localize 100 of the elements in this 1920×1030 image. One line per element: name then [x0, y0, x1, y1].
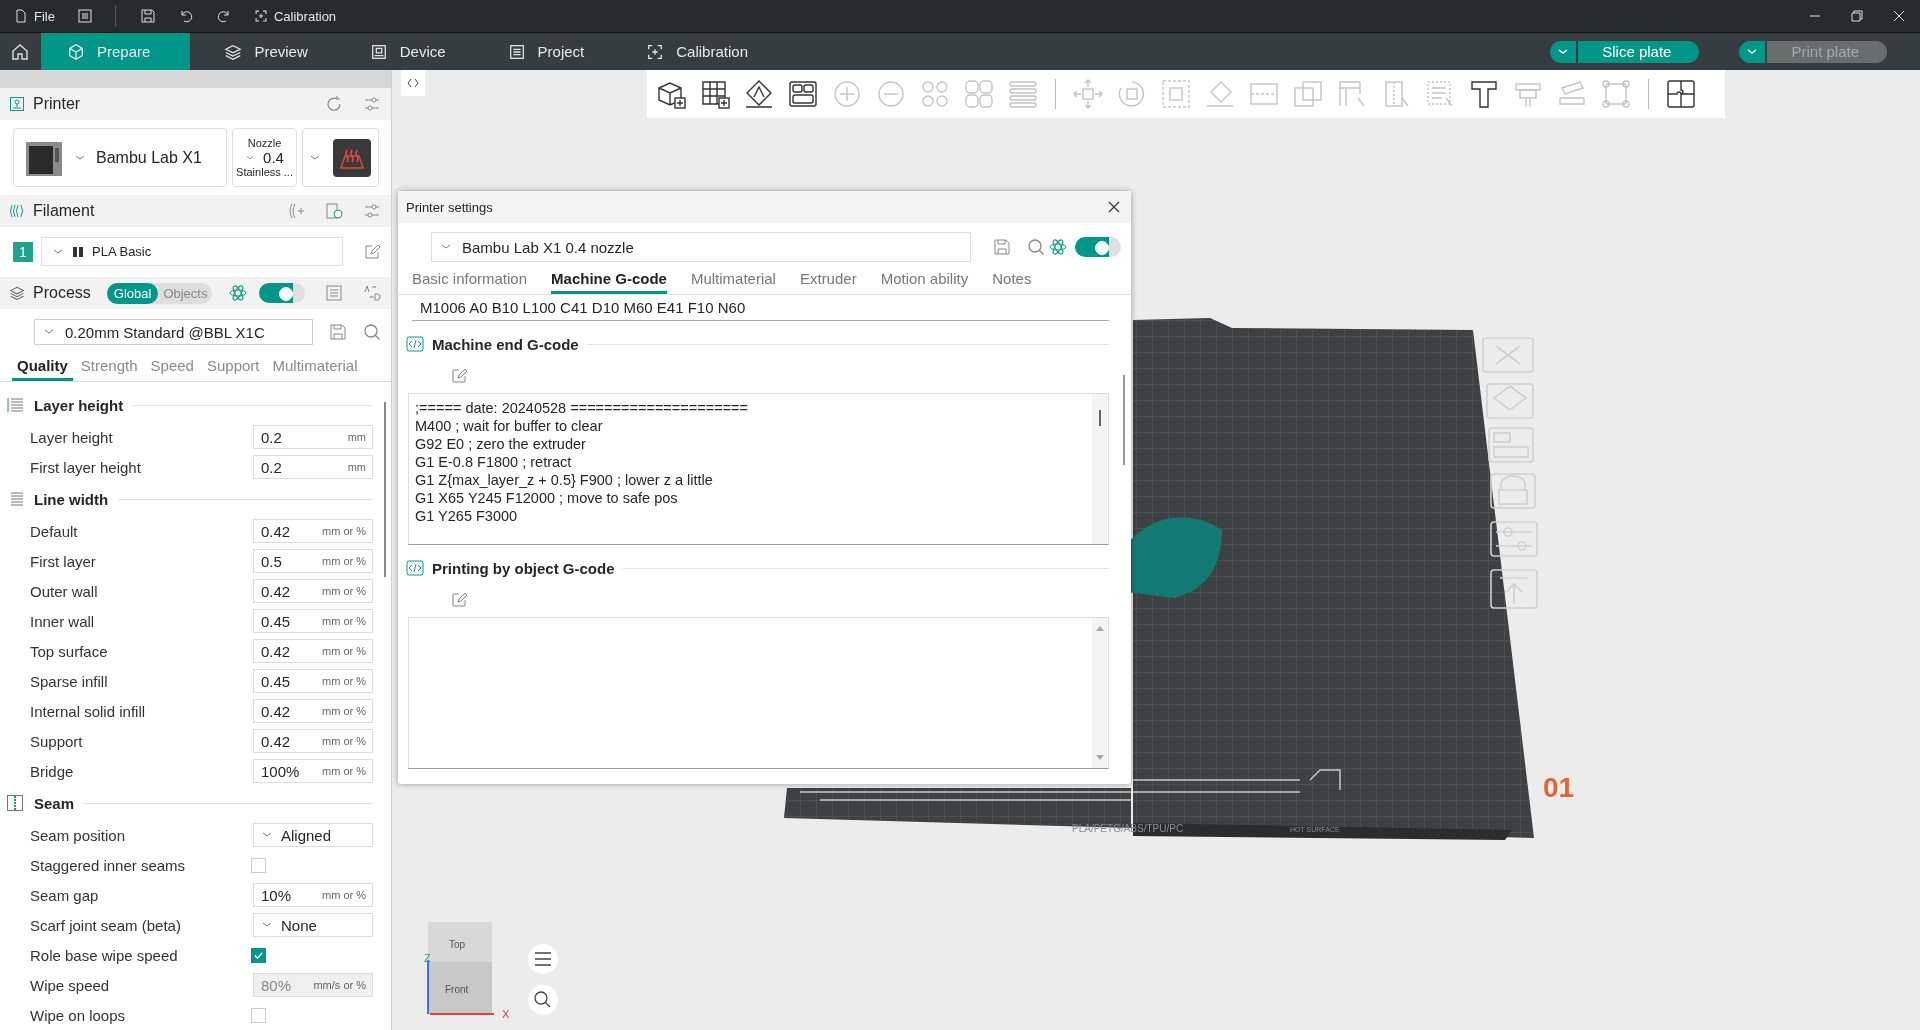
add-grid-icon[interactable] [699, 78, 731, 110]
nav-tab[interactable]: Calibration [618, 33, 776, 70]
settings-tab[interactable]: Multimaterial [267, 353, 363, 381]
dropdown-button[interactable] [1550, 40, 1579, 63]
settings-tab[interactable]: Notes [992, 270, 1032, 294]
setting-field[interactable]: 0.2 mm [253, 425, 373, 449]
sync-filament-icon[interactable] [325, 202, 343, 220]
device-icon [369, 42, 388, 61]
setting-field[interactable]: 0.42 mm or % [253, 729, 373, 753]
group-title: Line width [34, 490, 109, 508]
setting-field[interactable]: 0.2 mm [253, 455, 373, 479]
view-cube-label: Top [449, 939, 466, 950]
scroll-down-icon[interactable] [1095, 752, 1105, 762]
refresh-icon[interactable] [325, 95, 343, 113]
setting-label: Scarf joint seam (beta) [30, 916, 182, 934]
home-icon[interactable] [10, 41, 30, 62]
settings-tab[interactable]: Multimaterial [690, 270, 776, 294]
setting-label: Inner wall [30, 612, 96, 630]
file-menu[interactable]: File [14, 8, 55, 24]
seam-icon [6, 794, 24, 812]
settings-tab[interactable]: Support [201, 353, 265, 381]
nav-tab[interactable]: Preview [196, 33, 336, 70]
search-icon[interactable] [1027, 238, 1045, 256]
settings-tab[interactable]: Speed [145, 353, 199, 381]
nav-tab[interactable]: Device [341, 33, 474, 70]
section-title: Filament [33, 202, 95, 220]
setting-field[interactable]: 0.45 mm or % [253, 609, 373, 633]
edit-icon[interactable] [450, 367, 468, 385]
setting-field[interactable]: 0.42 mm or % [253, 579, 373, 603]
setting-label: Seam position [30, 826, 127, 844]
setting-label: Support [30, 732, 84, 750]
search-icon[interactable] [363, 323, 381, 341]
checkbox[interactable] [251, 857, 266, 873]
brand-mark-icon [72, 245, 84, 258]
settings-tab[interactable]: Basic information [412, 270, 528, 294]
gcode-editor[interactable]: ;===== date: 20240528 ===================== M400 ; wait for buffer to clear G92 E0 ; zero the extruder G1 E-0.8 F1800 ; retract G1 Z{max_layer_z + 0.5} F900 ; lower z a little G1 X65 Y245 F12000 ; move to safe pos G1 Y265 F3000 [408, 393, 1109, 545]
setting-select[interactable]: None [253, 913, 373, 937]
sliders-icon[interactable] [1490, 521, 1538, 557]
checkbox[interactable] [251, 1007, 266, 1023]
lock-icon[interactable] [1490, 473, 1536, 509]
edit-icon[interactable] [450, 591, 468, 609]
edit-icon[interactable] [363, 242, 381, 261]
settings-tab[interactable]: Quality [12, 353, 73, 381]
setting-label: Bridge [30, 762, 75, 780]
checkbox[interactable] [251, 947, 266, 963]
settings-tab[interactable]: Machine G-code [551, 270, 667, 294]
setting-field[interactable]: 0.42 mm or % [253, 639, 373, 663]
zoom-icon[interactable] [528, 985, 558, 1015]
process-preset-select[interactable]: 0.20mm Standard @BBL X1C [34, 319, 313, 345]
close-icon[interactable] [1107, 200, 1121, 214]
text-icon[interactable] [1468, 78, 1500, 110]
arrow-up-icon[interactable] [1490, 569, 1538, 609]
plate-number: 01 [1543, 772, 1575, 803]
menu-icon[interactable] [76, 8, 93, 24]
advanced-toggle[interactable] [1075, 237, 1121, 257]
window-title: Calibration [253, 8, 337, 24]
advanced-toggle[interactable] [259, 283, 305, 303]
settings-tab[interactable]: Extruder [799, 270, 857, 294]
action-label[interactable]: Slice plate [1578, 40, 1700, 63]
close-icon[interactable] [1891, 8, 1907, 24]
setting-label: Wipe speed [30, 976, 111, 994]
nozzle-select[interactable]: Nozzle 0.4 Stainless ... [232, 128, 298, 187]
filament-select[interactable]: PLA Basic [41, 237, 343, 266]
orient-icon[interactable] [743, 78, 775, 110]
save-icon[interactable] [139, 8, 156, 24]
plate-action[interactable]: Slice plate [1550, 40, 1700, 63]
add-filament-icon[interactable] [287, 202, 305, 220]
section-title: Printer [33, 95, 81, 113]
bed-type-select[interactable] [302, 128, 379, 187]
printer-select[interactable]: Bambu Lab X1 [13, 128, 228, 187]
restore-icon[interactable] [1849, 8, 1865, 24]
scroll-up-icon[interactable] [1095, 624, 1105, 634]
setting-field[interactable]: 0.42 mm or % [253, 699, 373, 723]
setting-label: Layer height [30, 428, 114, 446]
setting-field[interactable]: 0.45 mm or % [253, 669, 373, 693]
setting-field[interactable]: 100% mm or % [253, 759, 373, 783]
scope-tab[interactable]: Global [106, 282, 159, 304]
settings-icon[interactable] [363, 95, 381, 113]
setting-field[interactable]: 10% mm or % [253, 883, 373, 907]
nav-tab[interactable]: Project [479, 33, 613, 70]
setting-label: First layer height [30, 458, 142, 476]
setting-label: Internal solid infill [30, 702, 147, 720]
gcode-editor[interactable]: M1006 A0 B10 L100 C41 D10 M60 E41 F10 N60 [412, 295, 1109, 321]
settings-icon[interactable] [363, 202, 381, 220]
redo-icon[interactable] [215, 8, 232, 24]
collapse-button[interactable] [401, 70, 425, 96]
view-cube-label: Front [445, 984, 469, 995]
puzzle-icon[interactable] [1665, 78, 1697, 110]
menu-icon[interactable] [528, 944, 558, 974]
setting-label: Top surface [30, 642, 109, 660]
setting-select[interactable]: Aligned [253, 823, 373, 847]
printer-preset-select[interactable]: Bambu Lab X1 0.4 nozzle [431, 232, 971, 262]
arrange-icon[interactable] [787, 78, 819, 110]
settings-tab[interactable]: Strength [75, 353, 143, 381]
settings-tab[interactable]: Motion ability [880, 270, 969, 294]
code-icon [406, 559, 424, 577]
setting-field[interactable]: 0.42 mm or % [253, 519, 373, 543]
setting-field[interactable]: 0.5 mm or % [253, 549, 373, 573]
list-icon[interactable] [325, 284, 343, 302]
compare-icon[interactable] [363, 284, 381, 302]
